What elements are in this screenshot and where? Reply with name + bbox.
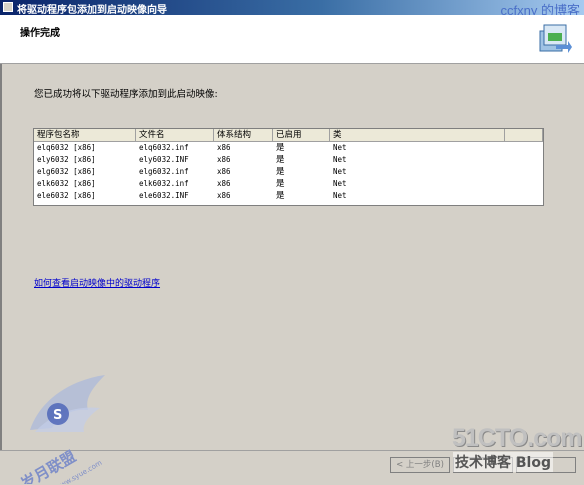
column-header-extra[interactable] (505, 129, 543, 141)
enabled-cell: 是 (276, 179, 285, 189)
enabled-cell: 是 (276, 155, 285, 165)
package-name-cell: ely6032 [x86] (37, 155, 96, 164)
enabled-cell: 是 (276, 143, 285, 153)
file-name-cell: elq6032.inf (139, 143, 189, 152)
architecture-cell: x86 (217, 155, 231, 164)
driver-list-header: 程序包名称 文件名 体系结构 已启用 类 (34, 129, 543, 142)
class-cell: Net (333, 179, 347, 188)
column-header-class[interactable]: 类 (330, 129, 505, 141)
back-button[interactable]: < 上一步(B) (390, 457, 450, 473)
column-header-architecture[interactable]: 体系结构 (214, 129, 273, 141)
column-header-file-name[interactable]: 文件名 (136, 129, 214, 141)
table-row[interactable]: elq6032 [x86] elq6032.inf x86 是 Net (34, 142, 543, 154)
view-drivers-help-link[interactable]: 如何查看启动映像中的驱动程序 (34, 276, 160, 289)
page-title: 操作完成 (20, 28, 60, 39)
column-header-enabled[interactable]: 已启用 (273, 129, 330, 141)
package-name-cell: ele6032 [x86] (37, 191, 96, 200)
table-row[interactable]: elg6032 [x86] elg6032.inf x86 是 Net (34, 166, 543, 178)
class-cell: Net (333, 155, 347, 164)
package-name-cell: elg6032 [x86] (37, 167, 96, 176)
table-row[interactable]: elk6032 [x86] elk6032.inf x86 是 Net (34, 178, 543, 190)
window-icon (3, 2, 13, 12)
architecture-cell: x86 (217, 167, 231, 176)
intro-text: 您已成功将以下驱动程序添加到此启动映像: (34, 89, 218, 100)
file-name-cell: elg6032.inf (139, 167, 189, 176)
package-name-cell: elk6032 [x86] (37, 179, 96, 188)
site-logo-watermark: S 岁月联盟 www.syue.com (18, 375, 105, 484)
wizard-header: 操作完成 (0, 15, 584, 64)
file-name-cell: ele6032.INF (139, 191, 189, 200)
window-title: 将驱动程序包添加到启动映像向导 (17, 5, 167, 16)
column-header-package-name[interactable]: 程序包名称 (34, 129, 136, 141)
svg-text:S: S (53, 408, 62, 423)
enabled-cell: 是 (276, 167, 285, 177)
class-cell: Net (333, 191, 347, 200)
architecture-cell: x86 (217, 143, 231, 152)
file-name-cell: elk6032.inf (139, 179, 189, 188)
enabled-cell: 是 (276, 191, 285, 201)
site-watermark: 51CTO.com (452, 424, 582, 452)
driver-list[interactable]: 程序包名称 文件名 体系结构 已启用 类 elq6032 [x86] elq60… (33, 128, 544, 206)
table-row[interactable]: ely6032 [x86] ely6032.INF x86 是 Net (34, 154, 543, 166)
class-cell: Net (333, 143, 347, 152)
file-name-cell: ely6032.INF (139, 155, 189, 164)
architecture-cell: x86 (217, 179, 231, 188)
driver-package-icon (539, 24, 572, 53)
class-cell: Net (333, 167, 347, 176)
architecture-cell: x86 (217, 191, 231, 200)
title-bar[interactable]: 将驱动程序包添加到启动映像向导 (0, 0, 584, 16)
package-name-cell: elq6032 [x86] (37, 143, 96, 152)
blog-label-watermark: 技术博客 Blog (453, 452, 553, 472)
table-row[interactable]: ele6032 [x86] ele6032.INF x86 是 Net (34, 190, 543, 202)
